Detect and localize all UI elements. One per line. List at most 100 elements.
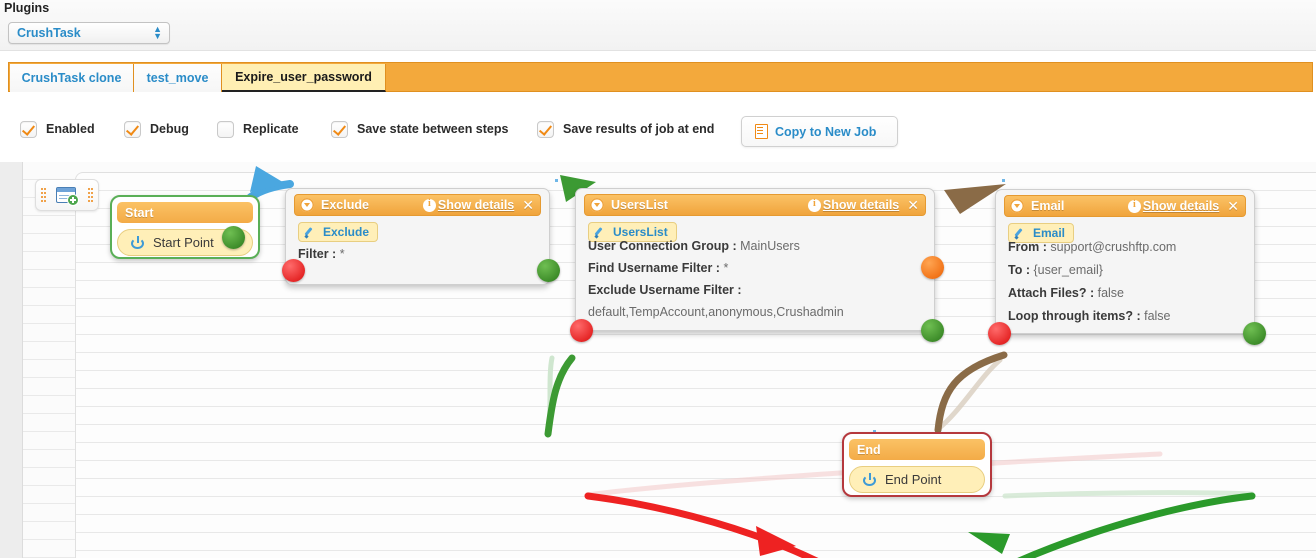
canvas-mini-toolbar[interactable] [35, 179, 99, 211]
show-details-link-email[interactable]: Show details [1143, 199, 1219, 213]
show-details-link-exclude[interactable]: Show details [438, 198, 514, 212]
prop-exclude-filter: Filter : * [298, 247, 345, 261]
node-userslist-title: UsersList [611, 198, 668, 212]
node-start-label: Start Point [153, 235, 214, 250]
drag-grip-icon[interactable] [88, 188, 93, 202]
info-icon [1127, 199, 1141, 213]
node-userslist[interactable]: UsersList Show details ✕ UsersList User … [575, 188, 935, 331]
edit-chip-label-exclude: Exclude [323, 225, 370, 239]
power-icon [131, 236, 144, 249]
prop-value: * [723, 261, 729, 275]
node-end-label: End Point [885, 472, 942, 487]
checkbox-save-results[interactable] [537, 120, 554, 138]
node-start-title: Start [117, 202, 253, 223]
info-icon [422, 198, 436, 212]
option-label-save-results: Save results of job at end [563, 122, 715, 136]
prop-value: false [1097, 286, 1125, 300]
prop-key: To : [1008, 263, 1030, 277]
node-email-header[interactable]: Email Show details ✕ [1004, 195, 1246, 217]
email-error-port[interactable] [988, 322, 1011, 345]
page-title: Plugins [4, 1, 50, 15]
show-details-link-userslist[interactable]: Show details [823, 198, 899, 212]
node-end-body[interactable]: End Point [849, 466, 985, 493]
userslist-loop-port[interactable] [921, 256, 944, 279]
email-output-port[interactable] [1243, 322, 1266, 345]
tab-test-move[interactable]: test_move [134, 64, 222, 92]
power-icon [863, 473, 876, 486]
close-icon[interactable]: ✕ [907, 198, 919, 212]
checkbox-replicate[interactable] [217, 120, 234, 138]
prop-key: Attach Files? : [1008, 286, 1095, 300]
pencil-icon [595, 226, 607, 238]
start-output-port[interactable] [222, 226, 245, 249]
drag-grip-icon[interactable] [41, 188, 46, 202]
pencil-icon [1015, 227, 1027, 239]
prop-value: MainUsers [740, 239, 800, 253]
checkbox-save-state[interactable] [331, 120, 348, 138]
prop-value: {user_email} [1033, 263, 1103, 277]
prop-key: Filter : [298, 247, 337, 261]
prop-email-attach-files: Attach Files? : false [1008, 286, 1124, 300]
copy-document-icon [755, 124, 768, 139]
copy-to-new-job-button[interactable]: Copy to New Job [741, 116, 898, 147]
prop-exclude-username-filter: Exclude Username Filter : [588, 283, 742, 297]
node-end[interactable]: End End Point [842, 432, 992, 497]
prop-key: User Connection Group : [588, 239, 737, 253]
select-arrows-icon: ▲ ▼ [153, 24, 162, 41]
userslist-error-port[interactable] [570, 319, 593, 342]
prop-value: * [339, 247, 345, 261]
node-email[interactable]: Email Show details ✕ Email From : suppor… [995, 189, 1255, 334]
prop-email-to: To : {user_email} [1008, 263, 1103, 277]
prop-find-username-filter: Find Username Filter : * [588, 261, 728, 275]
option-save-state[interactable]: Save state between steps [331, 118, 508, 140]
option-replicate[interactable]: Replicate [217, 118, 299, 140]
checkbox-debug[interactable] [124, 120, 141, 138]
prop-email-from: From : support@crushftp.com [1008, 240, 1176, 254]
exclude-error-port[interactable] [282, 259, 305, 282]
exclude-output-port[interactable] [537, 259, 560, 282]
node-exclude-header[interactable]: Exclude Show details ✕ [294, 194, 541, 216]
chevron-down-icon[interactable] [300, 198, 314, 212]
close-icon[interactable]: ✕ [522, 198, 534, 212]
prop-value: false [1144, 309, 1171, 323]
node-end-title: End [849, 439, 985, 460]
tab-expire-user-password[interactable]: Expire_user_password [222, 64, 386, 92]
task-tab-bar: CrushTask clone test_move Expire_user_pa… [8, 62, 1313, 92]
page-header: Plugins CrushTask ▲ ▼ [0, 0, 1316, 51]
tab-crushtask-clone[interactable]: CrushTask clone [10, 64, 134, 92]
info-icon [807, 198, 821, 212]
option-enabled[interactable]: Enabled [20, 118, 95, 140]
chevron-down-icon[interactable] [590, 198, 604, 212]
userslist-output-port[interactable] [921, 319, 944, 342]
prop-user-connection-group: User Connection Group : MainUsers [588, 239, 800, 253]
edit-chip-exclude[interactable]: Exclude [298, 222, 379, 242]
option-label-enabled: Enabled [46, 122, 95, 136]
job-options-row: Enabled Debug Replicate Save state betwe… [0, 96, 1316, 163]
close-icon[interactable]: ✕ [1227, 199, 1239, 213]
prop-key: From : [1008, 240, 1047, 254]
anchor-email-in [1002, 179, 1005, 182]
node-userslist-header[interactable]: UsersList Show details ✕ [584, 194, 926, 216]
chevron-down-icon[interactable] [1010, 199, 1024, 213]
prop-key: Loop through items? : [1008, 309, 1141, 323]
option-label-replicate: Replicate [243, 122, 299, 136]
anchor-exclude-out [555, 179, 558, 182]
node-exclude[interactable]: Exclude Show details ✕ Exclude Filter : … [285, 188, 550, 285]
pencil-icon [305, 226, 317, 238]
task-select-value: CrushTask [17, 26, 81, 40]
node-exclude-title: Exclude [321, 198, 369, 212]
node-email-title: Email [1031, 199, 1065, 213]
prop-exclude-username-filter-value: default,TempAccount,anonymous,Crushadmin [588, 305, 844, 319]
prop-key: Exclude Username Filter : [588, 283, 742, 297]
option-debug[interactable]: Debug [124, 118, 189, 140]
prop-email-loop-items: Loop through items? : false [1008, 309, 1171, 323]
task-select-dropdown[interactable]: CrushTask ▲ ▼ [8, 22, 170, 44]
add-window-icon[interactable] [56, 186, 79, 206]
option-label-save-state: Save state between steps [357, 122, 509, 136]
option-label-debug: Debug [150, 122, 189, 136]
prop-key: Find Username Filter : [588, 261, 720, 275]
edit-chip-label-userslist: UsersList [613, 225, 668, 239]
option-save-results[interactable]: Save results of job at end [537, 118, 714, 140]
checkbox-enabled[interactable] [20, 120, 37, 138]
edit-chip-label-email: Email [1033, 226, 1066, 240]
